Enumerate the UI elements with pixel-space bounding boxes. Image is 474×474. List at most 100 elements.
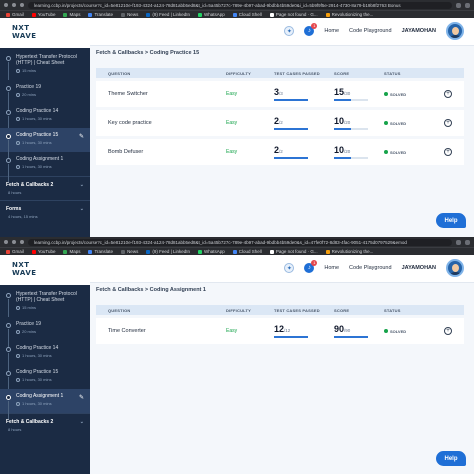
question-name[interactable]: Theme Switcher bbox=[96, 91, 226, 97]
notification-bell-icon[interactable]: ♪ 1 bbox=[304, 23, 318, 36]
sidebar-item[interactable]: Coding Practice 14 1 hours, 30 mins bbox=[0, 341, 90, 371]
table-row[interactable]: Time Converter Easy 12/12 90/90 SOLVED + bbox=[96, 318, 464, 344]
bookmark-item[interactable]: Revolutionizing the... bbox=[325, 249, 373, 254]
profile-icon[interactable] bbox=[465, 239, 470, 245]
clock-icon bbox=[16, 140, 20, 145]
status-cell: SOLVED bbox=[384, 121, 444, 126]
score-value: 15 bbox=[334, 87, 345, 98]
profile-icon[interactable] bbox=[465, 2, 470, 8]
sidebar-item-meta: 1 hours, 30 mins bbox=[16, 116, 86, 121]
bookmark-item[interactable]: (9) Feed | LinkedIn bbox=[146, 249, 190, 254]
bookmark-item[interactable]: Page not found · G... bbox=[269, 12, 318, 17]
bookmark-item[interactable]: Page not found · G... bbox=[269, 249, 318, 254]
sidebar-section-duration: 8 hours bbox=[8, 427, 22, 432]
sidebar-item[interactable]: Coding Assignment 1 1 hours, 30 mins bbox=[0, 152, 90, 182]
bookmark-item[interactable]: WhatsApp bbox=[198, 12, 225, 17]
nav-code-playground-link[interactable]: Code Playground bbox=[349, 28, 392, 34]
nav-code-playground-link[interactable]: Code Playground bbox=[349, 265, 392, 271]
sidebar-item-title: Coding Practice 14 bbox=[16, 345, 59, 351]
bookmark-item[interactable]: Translate bbox=[88, 249, 113, 254]
sidebar-section-title: Forms bbox=[6, 206, 22, 212]
extension-icon[interactable] bbox=[456, 2, 461, 8]
expand-plus-icon[interactable]: + bbox=[444, 148, 452, 156]
forward-icon[interactable] bbox=[12, 3, 16, 7]
bookmark-item[interactable]: Gmail bbox=[6, 12, 24, 17]
question-name[interactable]: Time Converter bbox=[96, 328, 226, 334]
avatar[interactable] bbox=[446, 259, 464, 277]
streak-icon[interactable]: ✦ bbox=[284, 26, 295, 36]
sidebar-section[interactable]: Forms ⌄ 4 hours, 15 mins bbox=[0, 200, 90, 224]
bookmark-item[interactable]: News bbox=[121, 249, 138, 254]
clock-icon bbox=[16, 68, 20, 73]
extension-icon[interactable] bbox=[456, 239, 461, 245]
notification-bell-icon[interactable]: ♪ 1 bbox=[304, 260, 318, 273]
table-row[interactable]: Theme Switcher Easy 3/3 15/30 SOLVED + bbox=[96, 81, 464, 107]
sidebar-item-duration: 20 mins bbox=[22, 329, 37, 334]
bookmark-item[interactable]: WhatsApp bbox=[198, 249, 225, 254]
avatar[interactable] bbox=[446, 22, 464, 40]
sidebar-item[interactable]: Coding Assignment 1 1 hours, 30 mins ✎ bbox=[0, 389, 90, 419]
back-icon[interactable] bbox=[4, 3, 8, 7]
progress-ring-icon bbox=[6, 395, 11, 400]
bookmark-item[interactable]: Cloud Shell bbox=[232, 249, 262, 254]
streak-icon[interactable]: ✦ bbox=[284, 263, 295, 273]
sidebar-item[interactable]: Coding Practice 15 1 hours, 30 mins ✎ bbox=[0, 128, 90, 158]
nav-home-link[interactable]: Home bbox=[324, 265, 339, 271]
url-input[interactable]: learning.ccbp.in/projects/course?c_id=5e… bbox=[28, 1, 452, 9]
sidebar-item[interactable]: Hypertext Transfer Protocol (HTTP) | Chea… bbox=[0, 50, 90, 80]
screenshot-bottom: learning.ccbp.in/projects/course?c_id=5e… bbox=[0, 237, 474, 474]
nav-home-link[interactable]: Home bbox=[324, 28, 339, 34]
expand-plus-icon[interactable]: + bbox=[444, 90, 452, 98]
sidebar-section-meta: 8 hours bbox=[6, 190, 84, 195]
logo-line-2: WAVE bbox=[12, 32, 37, 40]
help-button[interactable]: Help bbox=[436, 213, 466, 228]
bookmark-item[interactable]: Maps bbox=[63, 249, 80, 254]
header: ✦ ♪ 1 Home Code Playground JAYAMOHAN bbox=[90, 18, 474, 46]
expand-plus-icon[interactable]: + bbox=[444, 119, 452, 127]
difficulty-value: Easy bbox=[226, 328, 238, 334]
logo[interactable]: NXT WAVE bbox=[0, 18, 90, 48]
back-icon[interactable] bbox=[4, 240, 8, 244]
user-name[interactable]: JAYAMOHAN bbox=[402, 28, 436, 34]
sidebar-item[interactable]: Practice 19 20 mins bbox=[0, 317, 90, 347]
bookmark-item[interactable]: YouTube bbox=[31, 12, 55, 17]
test-cases-bar-fill bbox=[274, 157, 308, 159]
sidebar-item[interactable]: Practice 19 20 mins bbox=[0, 80, 90, 110]
question-name[interactable]: Bomb Defuser bbox=[96, 149, 226, 155]
logo[interactable]: NXT WAVE bbox=[0, 255, 90, 285]
help-button[interactable]: Help bbox=[436, 451, 466, 466]
column-test-cases: TEST CASES PASSED bbox=[274, 70, 320, 76]
sidebar-item[interactable]: Coding Practice 14 1 hours, 30 mins bbox=[0, 104, 90, 134]
status-cell: SOLVED bbox=[384, 92, 444, 97]
expand-plus-icon[interactable]: + bbox=[444, 327, 452, 335]
progress-rail bbox=[8, 401, 9, 419]
forward-icon[interactable] bbox=[12, 240, 16, 244]
user-name[interactable]: JAYAMOHAN bbox=[402, 265, 436, 271]
table-row[interactable]: Key code practice Easy 2/2 10/20 SOLVED + bbox=[96, 110, 464, 136]
bookmark-item[interactable]: Gmail bbox=[6, 249, 24, 254]
solved-dot-icon bbox=[384, 121, 388, 125]
bookmark-favicon-icon bbox=[198, 12, 203, 17]
test-cases-bar-fill bbox=[274, 128, 308, 130]
sidebar-section[interactable]: Fetch & Callbacks 2 ⌄ 8 hours bbox=[0, 413, 90, 437]
sidebar-item-meta: 1 hours, 30 mins bbox=[16, 164, 86, 169]
progress-rail bbox=[8, 299, 9, 317]
question-name[interactable]: Key code practice bbox=[96, 120, 226, 126]
bookmark-item[interactable]: News bbox=[121, 12, 138, 17]
bookmark-item[interactable]: Translate bbox=[88, 12, 113, 17]
bookmark-item[interactable]: (9) Feed | LinkedIn bbox=[146, 12, 190, 17]
sidebar-item[interactable]: Coding Practice 15 1 hours, 30 mins bbox=[0, 365, 90, 395]
table-row[interactable]: Bomb Defuser Easy 2/2 10/20 SOLVED + bbox=[96, 139, 464, 165]
bookmark-item[interactable]: YouTube bbox=[31, 249, 55, 254]
reload-icon[interactable] bbox=[20, 240, 24, 244]
url-input[interactable]: learning.ccbp.in/projects/course?c_id=5e… bbox=[28, 238, 452, 246]
column-test-cases: TEST CASES PASSED bbox=[274, 307, 320, 313]
sidebar-item[interactable]: Hypertext Transfer Protocol (HTTP) | Chea… bbox=[0, 287, 90, 317]
chevron-down-icon: ⌄ bbox=[79, 206, 84, 212]
column-question: QUESTION bbox=[108, 70, 131, 76]
bookmark-item[interactable]: Revolutionizing the... bbox=[325, 12, 373, 17]
sidebar-section[interactable]: Fetch & Callbacks 2 ⌄ 8 hours bbox=[0, 176, 90, 200]
reload-icon[interactable] bbox=[20, 3, 24, 7]
bookmark-item[interactable]: Cloud Shell bbox=[232, 12, 262, 17]
bookmark-item[interactable]: Maps bbox=[63, 12, 80, 17]
